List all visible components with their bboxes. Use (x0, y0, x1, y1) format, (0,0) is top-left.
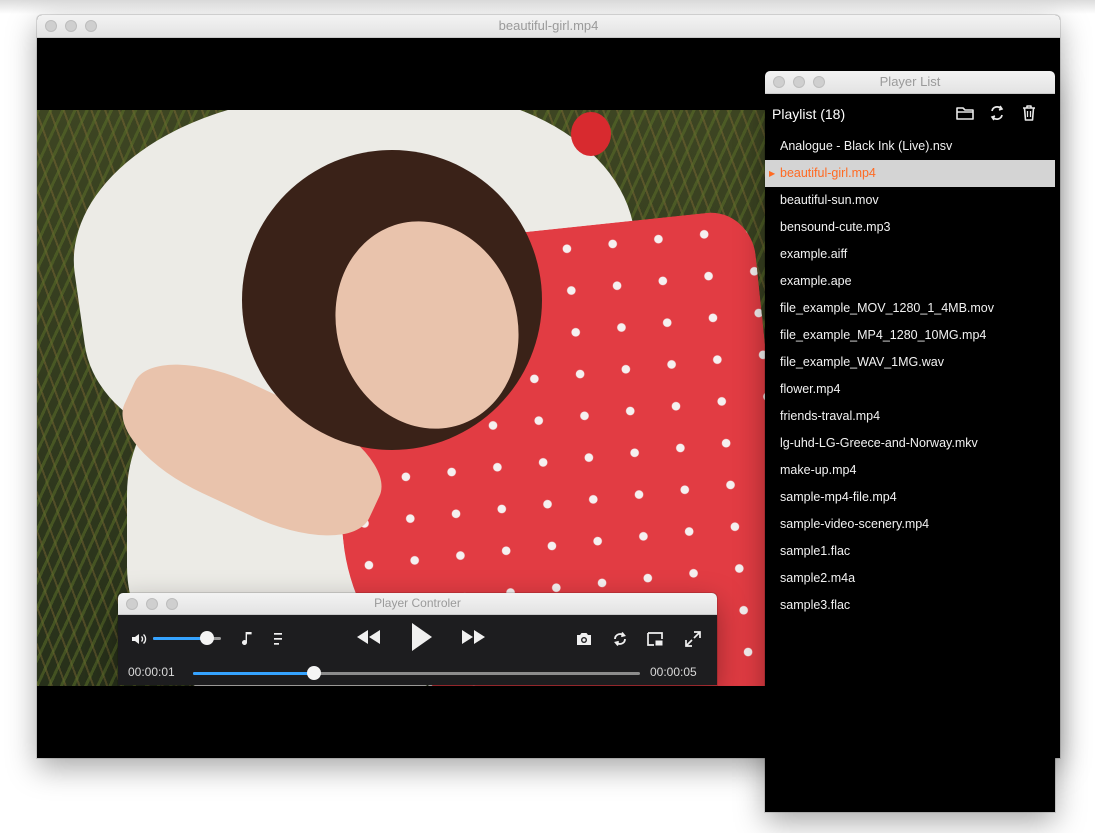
playlist-item-label: file_example_MP4_1280_10MG.mp4 (780, 328, 987, 342)
loop-icon[interactable] (611, 630, 629, 648)
playlist-item[interactable]: ▶Analogue - Black Ink (Live).nsv (765, 133, 1055, 160)
playlist-toggle-icon[interactable] (273, 631, 285, 647)
playlist-item[interactable]: ▶sample-mp4-file.mp4 (765, 484, 1055, 511)
window-controls (45, 15, 97, 37)
playlist-item-label: example.aiff (780, 247, 848, 261)
minimize-window-button[interactable] (65, 20, 77, 32)
playlist-item[interactable]: ▶file_example_MP4_1280_10MG.mp4 (765, 322, 1055, 349)
controller-window-controls (126, 593, 178, 614)
playlist-window: Player List Playlist (18) ▶Analogue - Bl… (765, 71, 1055, 812)
open-folder-icon[interactable] (955, 103, 975, 123)
trash-icon[interactable] (1019, 103, 1039, 123)
playlist-item[interactable]: ▶friends-traval.mp4 (765, 403, 1055, 430)
playlist-item[interactable]: ▶sample-video-scenery.mp4 (765, 511, 1055, 538)
playlist-item-label: lg-uhd-LG-Greece-and-Norway.mkv (780, 436, 978, 450)
playlist-item[interactable]: ▶lg-uhd-LG-Greece-and-Norway.mkv (765, 430, 1055, 457)
play-icon[interactable] (410, 621, 434, 653)
main-window-title: beautiful-girl.mp4 (498, 18, 599, 33)
controller-zoom-button[interactable] (166, 597, 178, 610)
video-poppy-flower (571, 112, 611, 156)
playlist-item-label: flower.mp4 (780, 382, 841, 396)
playlist-minimize-button[interactable] (793, 76, 805, 88)
close-window-button[interactable] (45, 20, 57, 32)
controller-window-title: Player Controler (374, 596, 461, 610)
playlist-item[interactable]: ▶make-up.mp4 (765, 457, 1055, 484)
volume-slider-handle[interactable] (200, 631, 215, 645)
main-titlebar[interactable]: beautiful-girl.mp4 (37, 15, 1060, 38)
playlist-item[interactable]: ▶sample3.flac (765, 592, 1055, 619)
playlist-zoom-button[interactable] (813, 76, 825, 88)
playlist-item[interactable]: ▶example.ape (765, 268, 1055, 295)
playlist-item[interactable]: ▶example.aiff (765, 241, 1055, 268)
controller-minimize-button[interactable] (146, 597, 158, 610)
playlist-item[interactable]: ▶beautiful-sun.mov (765, 187, 1055, 214)
desktop-top-shade (0, 0, 1095, 14)
now-playing-icon: ▶ (769, 169, 776, 178)
playlist-items: ▶Analogue - Black Ink (Live).nsv▶beautif… (765, 133, 1055, 619)
playlist-item-label: beautiful-sun.mov (780, 193, 879, 207)
playlist-item[interactable]: ▶sample1.flac (765, 538, 1055, 565)
controller-titlebar[interactable]: Player Controler (118, 593, 717, 615)
playlist-item-label: file_example_WAV_1MG.wav (780, 355, 944, 369)
playlist-titlebar[interactable]: Player List (765, 71, 1055, 94)
camera-snapshot-icon[interactable] (575, 630, 593, 648)
playlist-item-label: sample-mp4-file.mp4 (780, 490, 897, 504)
playlist-item[interactable]: ▶file_example_WAV_1MG.wav (765, 349, 1055, 376)
playlist-item-label: friends-traval.mp4 (780, 409, 881, 423)
volume-slider-fill (153, 637, 208, 640)
volume-icon[interactable] (130, 630, 148, 648)
zoom-window-button[interactable] (85, 20, 97, 32)
rewind-icon[interactable] (355, 628, 382, 646)
music-note-icon[interactable] (241, 630, 255, 648)
fast-forward-icon[interactable] (460, 628, 487, 646)
playlist-item-label: make-up.mp4 (780, 463, 857, 477)
total-time: 00:00:05 (650, 665, 697, 679)
seek-bar-handle[interactable] (306, 666, 321, 680)
repeat-icon[interactable] (987, 103, 1007, 123)
controller-close-button[interactable] (126, 597, 138, 610)
seek-bar[interactable] (193, 666, 640, 680)
playlist-window-title: Player List (879, 74, 941, 89)
playlist-item-label: sample3.flac (780, 598, 851, 612)
playlist-item[interactable]: ▶file_example_MOV_1280_1_4MB.mov (765, 295, 1055, 322)
playlist-window-controls (773, 71, 825, 93)
playlist-item[interactable]: ▶ beautiful-girl.mp4 (765, 160, 1055, 187)
controller-window: Player Controler 00:00:01 00:00:05 (118, 593, 717, 685)
fullscreen-icon[interactable] (684, 630, 702, 648)
playlist-item[interactable]: ▶flower.mp4 (765, 376, 1055, 403)
playlist-item-label: example.ape (780, 274, 852, 288)
current-time: 00:00:01 (128, 665, 175, 679)
playlist-item-label: beautiful-girl.mp4 (780, 166, 876, 180)
playlist-item[interactable]: ▶bensound-cute.mp3 (765, 214, 1055, 241)
playlist-heading: Playlist (18) (772, 106, 846, 122)
volume-slider[interactable] (153, 631, 221, 645)
playlist-item-label: sample2.m4a (780, 571, 856, 585)
picture-in-picture-icon[interactable] (646, 630, 664, 648)
seek-bar-fill (193, 672, 314, 675)
playlist-close-button[interactable] (773, 76, 785, 88)
playlist-item[interactable]: ▶sample2.m4a (765, 565, 1055, 592)
playlist-header: Playlist (18) (765, 93, 1055, 135)
playlist-item-label: Analogue - Black Ink (Live).nsv (780, 139, 953, 153)
playlist-item-label: sample-video-scenery.mp4 (780, 517, 930, 531)
playlist-item-label: sample1.flac (780, 544, 851, 558)
playlist-item-label: bensound-cute.mp3 (780, 220, 891, 234)
playlist-item-label: file_example_MOV_1280_1_4MB.mov (780, 301, 995, 315)
playlist-toolbar (955, 103, 1039, 123)
